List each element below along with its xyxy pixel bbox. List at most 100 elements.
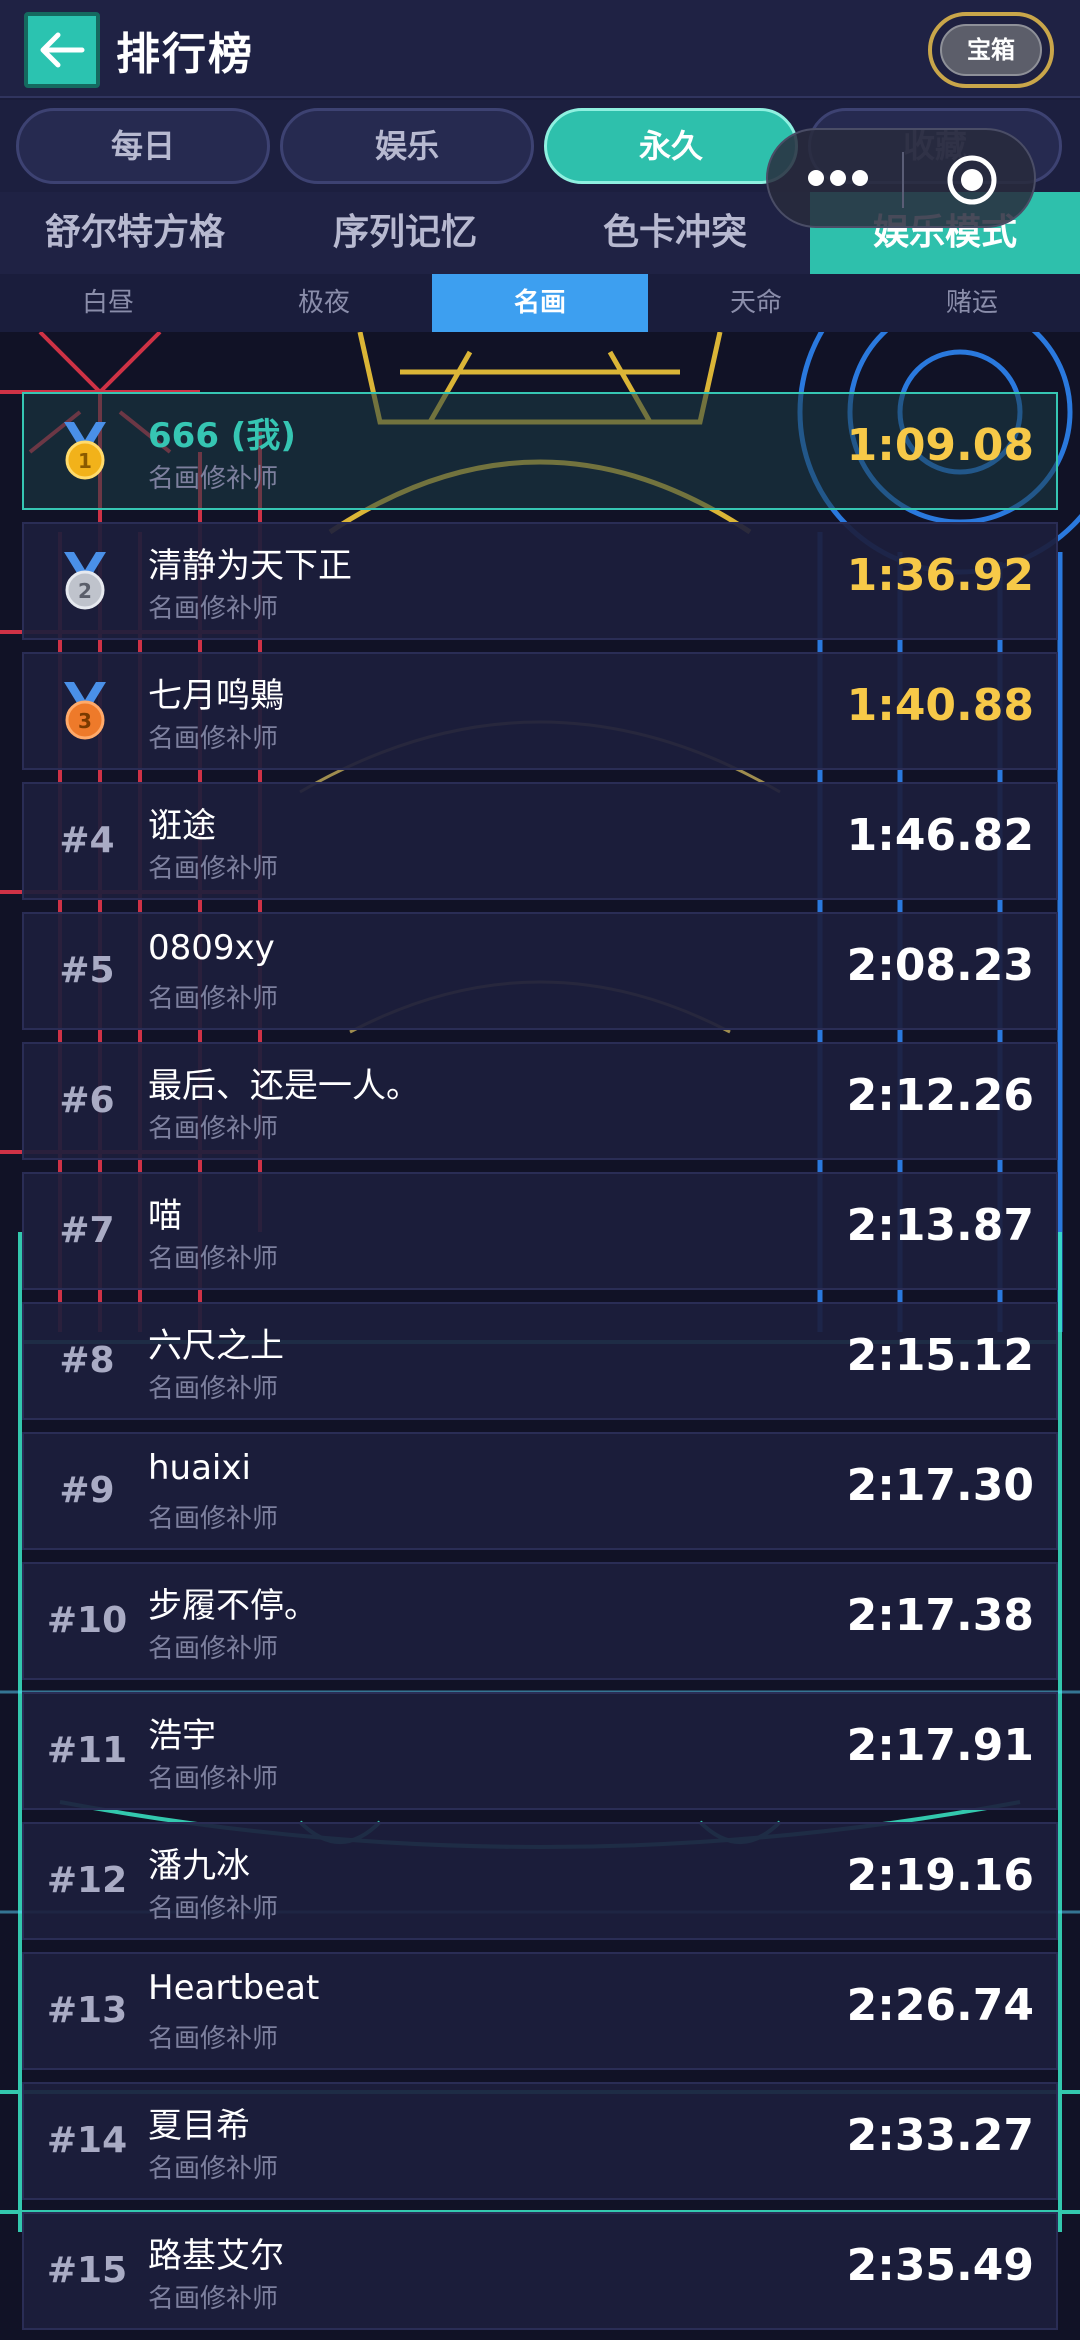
silver-medal-icon: 2 xyxy=(64,552,106,610)
tab-famous-painting[interactable]: 名画 xyxy=(432,274,648,332)
mini-program-capsule xyxy=(766,128,1036,228)
leaderboard-row[interactable]: #15 路基艾尔 名画修补师 2:35.49 xyxy=(22,2212,1058,2330)
leaderboard-row[interactable]: #11 浩宇 名画修补师 2:17.91 xyxy=(22,1692,1058,1810)
player-name: 清静为天下正 xyxy=(148,546,352,586)
player-time: 1:36.92 xyxy=(846,550,1034,601)
player-name: 潘九冰 xyxy=(148,1846,250,1886)
rank-label: #15 xyxy=(46,2250,128,2291)
player-title: 名画修补师 xyxy=(148,1894,279,1924)
player-name: 喵 xyxy=(148,1196,182,1236)
player-time: 2:26.74 xyxy=(846,1980,1034,2031)
player-time: 1:09.08 xyxy=(846,420,1034,471)
leaderboard-list: 1 666 (我) 名画修补师 1:09.08 2 清静为天下正 名画修补师 1… xyxy=(0,332,1080,2340)
leaderboard-row[interactable]: #4 诳途 名画修补师 1:46.82 xyxy=(22,782,1058,900)
leaderboard-row[interactable]: 3 七月鸣鶪 名画修补师 1:40.88 xyxy=(22,652,1058,770)
leaderboard-row-me[interactable]: 1 666 (我) 名画修补师 1:09.08 xyxy=(22,392,1058,510)
tab-sequence-memory[interactable]: 序列记忆 xyxy=(270,192,540,274)
tab-entertainment[interactable]: 娱乐 xyxy=(280,108,534,184)
leaderboard-row[interactable]: 2 清静为天下正 名画修补师 1:36.92 xyxy=(22,522,1058,640)
rank-label: #9 xyxy=(59,1470,115,1511)
player-name: 六尺之上 xyxy=(148,1326,284,1366)
leaderboard-row[interactable]: #9 huaixi 名画修补师 2:17.30 xyxy=(22,1432,1058,1550)
player-title: 名画修补师 xyxy=(148,984,279,1014)
player-title: 名画修补师 xyxy=(148,594,279,624)
leaderboard-row[interactable]: #12 潘九冰 名画修补师 2:19.16 xyxy=(22,1822,1058,1940)
player-name: 0809xy xyxy=(148,928,275,968)
player-name: Heartbeat xyxy=(148,1968,320,2008)
rank-label: #8 xyxy=(59,1340,115,1381)
rank-label: #12 xyxy=(46,1860,128,1901)
player-title: 名画修补师 xyxy=(148,2284,279,2314)
tab-gamble-luck[interactable]: 赌运 xyxy=(864,274,1080,332)
rank-label: #7 xyxy=(59,1210,115,1251)
rank-label: #6 xyxy=(59,1080,115,1121)
player-title: 名画修补师 xyxy=(148,854,279,884)
tab-daily[interactable]: 每日 xyxy=(16,108,270,184)
player-title: 名画修补师 xyxy=(148,1764,279,1794)
leaderboard-row[interactable]: #7 喵 名画修补师 2:13.87 xyxy=(22,1172,1058,1290)
leaderboard-row[interactable]: #8 六尺之上 名画修补师 2:15.12 xyxy=(22,1302,1058,1420)
rank-cell: 2 xyxy=(24,524,150,638)
tab-color-conflict[interactable]: 色卡冲突 xyxy=(540,192,810,274)
arrow-left-icon xyxy=(40,32,85,68)
player-title: 名画修补师 xyxy=(148,1374,279,1404)
bronze-medal-icon: 3 xyxy=(64,682,106,740)
rank-label: #5 xyxy=(59,950,115,991)
rank-label: #14 xyxy=(46,2120,128,2161)
leaderboard-row[interactable]: #5 0809xy 名画修补师 2:08.23 xyxy=(22,912,1058,1030)
capsule-divider xyxy=(902,152,904,208)
player-name: 浩宇 xyxy=(148,1716,216,1756)
tab-schulte-grid[interactable]: 舒尔特方格 xyxy=(0,192,270,274)
player-time: 2:15.12 xyxy=(846,1330,1034,1381)
player-title: 名画修补师 xyxy=(148,2154,279,2184)
player-time: 2:33.27 xyxy=(846,2110,1034,2161)
player-name: 诳途 xyxy=(148,806,216,846)
page-title: 排行榜 xyxy=(116,29,254,80)
rank-cell: 1 xyxy=(24,394,150,508)
rank-label: #11 xyxy=(46,1730,128,1771)
player-name: 步履不停。 xyxy=(148,1586,318,1626)
svg-text:2: 2 xyxy=(78,579,92,603)
tab-permanent[interactable]: 永久 xyxy=(544,108,798,184)
gold-medal-icon: 1 xyxy=(64,422,106,480)
player-time: 2:12.26 xyxy=(846,1070,1034,1121)
player-time: 2:19.16 xyxy=(846,1850,1034,1901)
player-time: 1:40.88 xyxy=(846,680,1034,731)
player-title: 名画修补师 xyxy=(148,724,279,754)
player-time: 1:46.82 xyxy=(846,810,1034,861)
back-button[interactable] xyxy=(24,12,100,88)
tab-polar-night[interactable]: 极夜 xyxy=(216,274,432,332)
player-name: 路基艾尔 xyxy=(148,2236,284,2276)
svg-text:3: 3 xyxy=(78,709,92,733)
player-title: 名画修补师 xyxy=(148,464,279,494)
player-name: 666 (我) xyxy=(148,416,296,456)
player-time: 2:17.30 xyxy=(846,1460,1034,1511)
player-time: 2:08.23 xyxy=(846,940,1034,991)
player-name: 最后、还是一人。 xyxy=(148,1066,420,1106)
rank-cell: 3 xyxy=(24,654,150,768)
close-target-icon[interactable] xyxy=(946,154,998,206)
chest-button[interactable]: 宝箱 xyxy=(928,12,1054,88)
chest-label: 宝箱 xyxy=(940,24,1042,76)
player-title: 名画修补师 xyxy=(148,1244,279,1274)
leaderboard-row[interactable]: #13 Heartbeat 名画修补师 2:26.74 xyxy=(22,1952,1058,2070)
rank-label: #4 xyxy=(59,820,115,861)
player-title: 名画修补师 xyxy=(148,2024,279,2054)
rank-label: #10 xyxy=(46,1600,128,1641)
player-time: 2:13.87 xyxy=(846,1200,1034,1251)
player-title: 名画修补师 xyxy=(148,1634,279,1664)
player-name: 七月鸣鶪 xyxy=(148,676,284,716)
leaderboard-row[interactable]: #10 步履不停。 名画修补师 2:17.38 xyxy=(22,1562,1058,1680)
tab-destiny[interactable]: 天命 xyxy=(648,274,864,332)
player-name: 夏目希 xyxy=(148,2106,250,2146)
player-name: huaixi xyxy=(148,1448,251,1488)
top-header: 排行榜 宝箱 xyxy=(0,0,1080,98)
leaderboard-row[interactable]: #14 夏目希 名画修补师 2:33.27 xyxy=(22,2082,1058,2200)
tab-daytime[interactable]: 白昼 xyxy=(0,274,216,332)
svg-text:1: 1 xyxy=(78,449,92,473)
player-time: 2:17.38 xyxy=(846,1590,1034,1641)
leaderboard-row[interactable]: #6 最后、还是一人。 名画修补师 2:12.26 xyxy=(22,1042,1058,1160)
player-time: 2:17.91 xyxy=(846,1720,1034,1771)
more-icon[interactable] xyxy=(808,170,874,190)
rank-label: #13 xyxy=(46,1990,128,2031)
